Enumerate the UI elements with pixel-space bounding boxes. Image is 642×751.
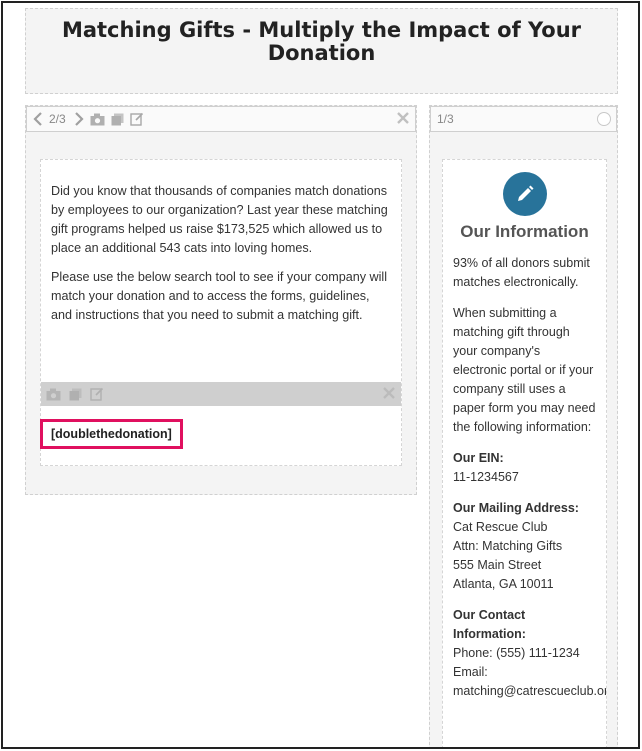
matching-gift-content-card: Did you know that thousands of companies… — [40, 159, 402, 466]
right-column-panel: 1/3 Our Information 93% of all donors su… — [429, 105, 618, 747]
slide-counter: 1/3 — [437, 112, 454, 126]
contact-label: Our Contact Information: — [453, 608, 526, 641]
electronic-stat-text: 93% of all donors submit matches electro… — [453, 256, 590, 289]
intro-paragraph: Did you know that thousands of companies… — [51, 184, 388, 255]
our-information-card: Our Information 93% of all donors submit… — [442, 159, 607, 747]
copy-icon[interactable] — [69, 388, 82, 401]
ein-value: 11-1234567 — [453, 470, 519, 484]
address-line: Cat Rescue Club — [453, 520, 548, 534]
email-text: matching@catrescueclub.org — [453, 684, 607, 698]
portal-info-text: When submitting a matching gift through … — [453, 306, 596, 434]
copy-icon[interactable] — [111, 113, 124, 126]
address-block: Our Mailing Address: Cat Rescue Club Att… — [453, 499, 596, 594]
address-label: Our Mailing Address: — [453, 501, 579, 515]
ein-block: Our EIN: 11-1234567 — [453, 449, 596, 487]
shortcode-module-toolbar — [41, 382, 401, 406]
camera-icon[interactable] — [46, 388, 61, 401]
close-icon[interactable] — [383, 386, 395, 404]
right-panel-toolbar: 1/3 — [430, 106, 617, 132]
edit-icon[interactable] — [129, 112, 144, 126]
left-panel-toolbar: 2/3 — [26, 106, 416, 132]
chevron-right-icon[interactable] — [74, 112, 84, 126]
page-title-block: Matching Gifts - Multiply the Impact of … — [25, 8, 618, 94]
ein-label: Our EIN: — [453, 451, 504, 465]
camera-icon[interactable] — [90, 113, 105, 126]
close-icon[interactable] — [397, 112, 409, 127]
slide-counter: 2/3 — [49, 112, 66, 126]
info-heading: Our Information — [460, 222, 589, 241]
contact-block: Our Contact Information: Phone: (555) 11… — [453, 606, 607, 701]
edit-icon[interactable] — [90, 387, 104, 401]
email-label: Email: — [453, 665, 488, 679]
editor-frame: Matching Gifts - Multiply the Impact of … — [1, 1, 640, 749]
address-line: 555 Main Street — [453, 558, 542, 572]
pencil-icon — [502, 172, 547, 216]
page-title: Matching Gifts - Multiply the Impact of … — [61, 18, 582, 65]
address-line: Atlanta, GA 10011 — [453, 577, 554, 591]
search-tool-paragraph: Please use the below search tool to see … — [51, 270, 388, 322]
left-column-panel: 2/3 Did you know that thousands of compa… — [25, 105, 417, 495]
shortcode-block[interactable]: [doublethedonation] — [40, 419, 183, 449]
address-line: Attn: Matching Gifts — [453, 539, 563, 553]
circle-icon[interactable] — [597, 112, 611, 126]
phone-text: Phone: (555) 111-1234 — [453, 646, 580, 660]
chevron-left-icon[interactable] — [33, 112, 43, 126]
